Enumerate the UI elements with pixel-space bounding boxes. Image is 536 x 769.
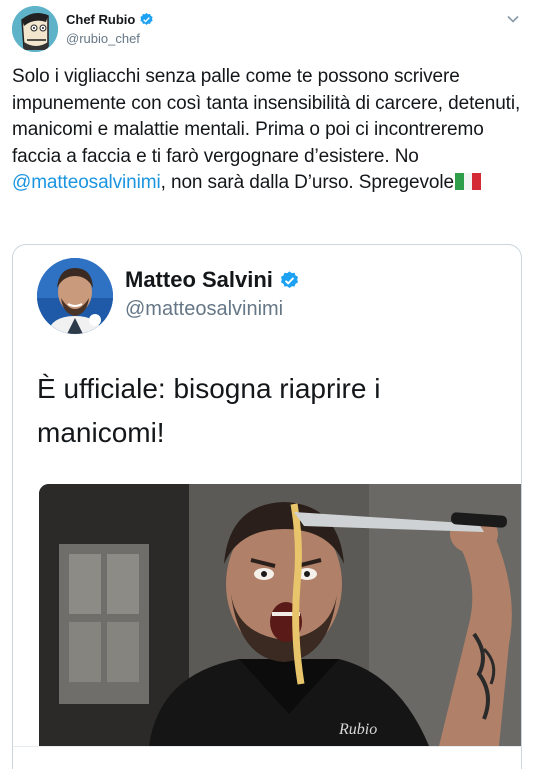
quoted-tweet-card[interactable]: Matteo Salvini @matteosalvinimi È uffici… bbox=[12, 244, 522, 769]
portrait-photo-icon bbox=[37, 258, 113, 334]
quoted-display-name[interactable]: Matteo Salvini bbox=[125, 267, 273, 293]
author-avatar[interactable] bbox=[12, 6, 58, 52]
tweet-card: Chef Rubio @rubio_chef Solo i vigliacchi… bbox=[0, 0, 536, 769]
photo-signature: Rubio bbox=[338, 721, 377, 738]
verified-badge-icon bbox=[140, 12, 153, 25]
quoted-handle[interactable]: @matteosalvinimi bbox=[125, 298, 283, 321]
chef-photo-icon: Rubio bbox=[39, 484, 521, 746]
verified-badge-icon bbox=[280, 270, 298, 288]
mention-link[interactable]: @matteosalvinimi bbox=[12, 172, 161, 193]
quoted-name-row[interactable]: Matteo Salvini bbox=[125, 267, 300, 293]
quoted-tweet-text: È ufficiale: bisogna riaprire i manicomi… bbox=[37, 373, 381, 448]
author-handle[interactable]: @rubio_chef bbox=[66, 31, 140, 46]
quoted-author-avatar[interactable] bbox=[37, 258, 113, 334]
cartoon-face-avatar-icon bbox=[12, 6, 58, 52]
chevron-down-icon[interactable] bbox=[506, 12, 520, 26]
author-display-name[interactable]: Chef Rubio bbox=[66, 12, 135, 27]
tweet-text-part-1: Solo i vigliacchi senza palle come te po… bbox=[12, 66, 521, 167]
quoted-photo[interactable]: Rubio bbox=[39, 484, 521, 746]
italy-flag-icon bbox=[454, 172, 481, 190]
tweet-text-part-2: , non sarà dalla D’urso. Spregevole bbox=[160, 172, 454, 193]
author-name-row[interactable]: Chef Rubio bbox=[66, 12, 154, 27]
tweet-text: Solo i vigliacchi senza palle come te po… bbox=[12, 64, 522, 197]
quoted-footer bbox=[13, 746, 521, 769]
